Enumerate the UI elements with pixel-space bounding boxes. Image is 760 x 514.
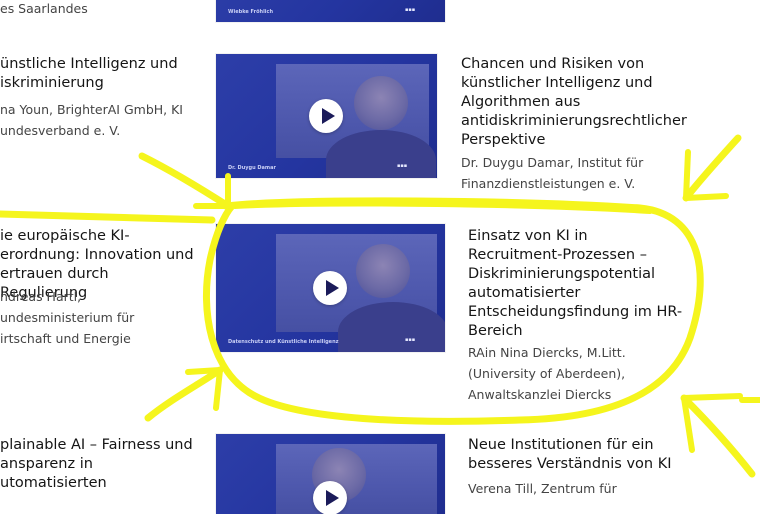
talk-speaker-1-left: na Youn, BrighterAI GmbH, KI undesverban… [0, 102, 183, 138]
video-caption: Wiebke Fröhlich [228, 9, 274, 15]
logo-icon: ▪▪▪ [397, 163, 408, 169]
video-caption: Dr. Duygu Damar [228, 165, 276, 171]
talk-title-3-right[interactable]: Neue Institutionen für ein besseres Vers… [468, 436, 698, 474]
talk-title-1-right[interactable]: Chancen und Risiken von künstlicher Inte… [461, 55, 691, 150]
video-thumbnail-3[interactable] [216, 434, 445, 514]
talk-speaker-2-right: RAin Nina Diercks, M.Litt. (University o… [468, 345, 626, 402]
logo-icon: ▪▪▪ [405, 337, 416, 343]
talk-speaker-0-left: es Saarlandes [0, 1, 88, 16]
talk-title-2-right[interactable]: Einsatz von KI in Recruitment-Prozessen … [468, 227, 698, 341]
video-thumbnail-0[interactable]: Wiebke Fröhlich ▪▪▪ [216, 0, 445, 22]
video-thumbnail-2[interactable]: Datenschutz und Künstliche Intelligenz ▪… [216, 224, 445, 352]
talk-speaker-3-right: Verena Till, Zentrum für [468, 481, 617, 496]
video-caption: Datenschutz und Künstliche Intelligenz [228, 339, 339, 345]
highlight-arrow-left [0, 210, 216, 224]
play-icon[interactable] [313, 481, 347, 514]
talk-title-3-left[interactable]: plainable AI – Fairness und ansparenz in… [0, 436, 200, 493]
talk-speaker-2-left: ndreas Hartl, undesministerium für irtsc… [0, 289, 135, 346]
logo-icon: ▪▪▪ [405, 7, 416, 13]
video-thumbnail-1[interactable]: Dr. Duygu Damar ▪▪▪ [216, 54, 437, 178]
play-icon[interactable] [313, 271, 347, 305]
talk-speaker-1-right: Dr. Duygu Damar, Institut für Finanzdien… [461, 155, 644, 191]
highlight-arrow-top-right [682, 134, 742, 202]
talk-title-1-left[interactable]: ünstliche Intelligenz und iskriminierung [0, 55, 200, 93]
highlight-arrow-bottom-left [144, 366, 224, 422]
play-icon[interactable] [309, 99, 343, 133]
